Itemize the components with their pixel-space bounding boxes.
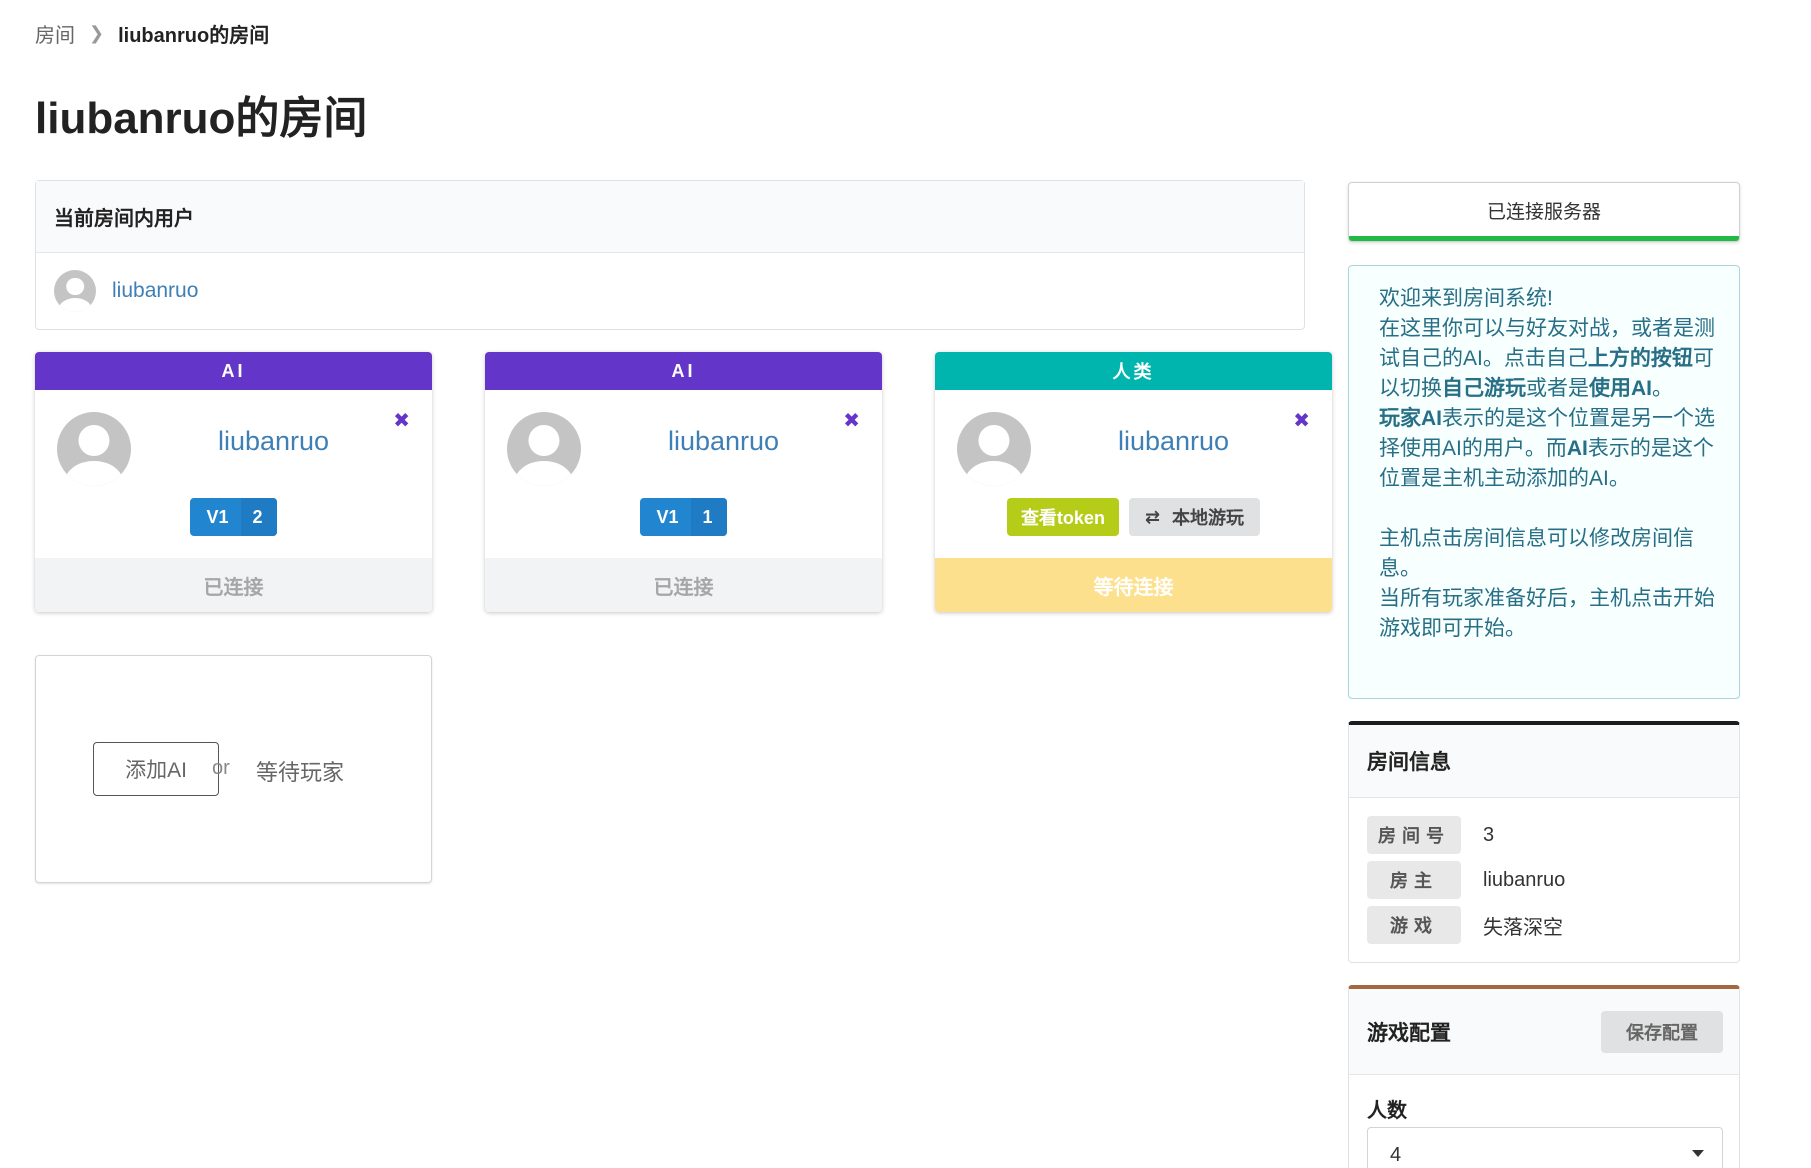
info-line-start: 当所有玩家准备好后，主机点击开始游戏即可开始。 (1379, 587, 1715, 640)
seat-card-2: AI liubanruo ✖ V1 1 已连接 (485, 352, 882, 612)
empty-seat-card: 添加AI or 等待玩家 (35, 655, 432, 883)
save-config-button[interactable]: 保存配置 (1601, 1011, 1723, 1053)
server-status-text: 已连接服务器 (1486, 201, 1601, 223)
or-label: or (212, 757, 230, 779)
ai-version-label[interactable]: V1 2 (190, 498, 277, 536)
room-host-row: 房主 liubanruo (1367, 861, 1565, 899)
room-user-name[interactable]: liubanruo (112, 279, 198, 303)
avatar (54, 270, 96, 312)
room-users-panel: 当前房间内用户 liubanruo (35, 180, 1305, 330)
swap-arrows-icon: ⇄ (1144, 506, 1161, 527)
remove-seat-close-icon[interactable]: ✖ (393, 408, 410, 433)
ai-version-number: 1 (690, 498, 727, 536)
breadcrumb-rooms-link[interactable]: 房间 (35, 19, 75, 48)
ai-version-number: 2 (240, 498, 277, 536)
remove-seat-close-icon[interactable]: ✖ (843, 408, 860, 433)
breadcrumb: 房间 ❯ liubanruo的房间 (35, 19, 270, 48)
room-host-value: liubanruo (1483, 868, 1566, 891)
room-number-value: 3 (1483, 823, 1495, 846)
room-user-item: liubanruo (36, 253, 1304, 329)
remove-seat-close-icon[interactable]: ✖ (1293, 408, 1310, 433)
seat-type-header[interactable]: 人类 (935, 352, 1332, 390)
seat-type-header[interactable]: AI (35, 352, 432, 390)
breadcrumb-current: liubanruo的房间 (118, 24, 270, 47)
info-line-host-edit: 主机点击房间信息可以修改房间信息。 (1379, 527, 1694, 580)
seat-status: 已连接 (35, 558, 432, 612)
server-status-button[interactable]: 已连接服务器 (1348, 182, 1740, 242)
seat-card-3: 人类 liubanruo ✖ 查看token ⇄ 本地游玩 等待连接 (935, 352, 1332, 612)
room-host-label: 房主 (1367, 861, 1461, 899)
room-game-value: 失落深空 (1483, 916, 1563, 939)
view-token-button[interactable]: 查看token (1006, 498, 1119, 536)
server-status-bar (1349, 236, 1739, 241)
local-play-button[interactable]: ⇄ 本地游玩 (1128, 498, 1261, 536)
players-count-label: 人数 (1367, 1100, 1407, 1122)
seat-player-name[interactable]: liubanruo (605, 426, 842, 457)
game-config-panel: 游戏配置 保存配置 人数 4 (1348, 985, 1740, 1168)
seat-player-name[interactable]: liubanruo (155, 426, 392, 457)
avatar (957, 412, 1031, 486)
seat-player-name[interactable]: liubanruo (1055, 426, 1292, 457)
chevron-right-icon: ❯ (89, 22, 105, 43)
room-game-row: 游戏 失落深空 (1367, 906, 1563, 944)
seat-status: 已连接 (485, 558, 882, 612)
players-count-value: 4 (1390, 1143, 1402, 1166)
ai-version: V1 (206, 506, 229, 527)
ai-version-label[interactable]: V1 1 (640, 498, 727, 536)
game-config-title: 游戏配置 (1367, 1021, 1451, 1045)
room-info-title[interactable]: 房间信息 (1349, 725, 1739, 798)
seat-type-header[interactable]: AI (485, 352, 882, 390)
room-number-row: 房间号 3 (1367, 816, 1494, 854)
players-count-select[interactable]: 4 (1367, 1127, 1723, 1168)
info-line-intro: 在这里你可以与好友对战，或者是测试自己的AI。点击自己上方的按钮可以切换自己游玩… (1379, 317, 1715, 400)
seat-card-1: AI liubanruo ✖ V1 2 已连接 (35, 352, 432, 612)
add-ai-button[interactable]: 添加AI (93, 742, 219, 796)
avatar (507, 412, 581, 486)
room-info-panel[interactable]: 房间信息 房间号 3 房主 liubanruo 游戏 失落深空 (1348, 721, 1740, 963)
waiting-player-label: 等待玩家 (256, 760, 345, 785)
info-line-ai: 玩家AI表示的是这个位置是另一个选择使用AI的用户。而AI表示的是这个位置是主机… (1379, 407, 1715, 490)
room-game-label: 游戏 (1367, 906, 1461, 944)
info-line-welcome: 欢迎来到房间系统! (1379, 287, 1553, 310)
local-play-label: 本地游玩 (1172, 508, 1245, 528)
room-number-label: 房间号 (1367, 816, 1461, 854)
page-title: liubanruo的房间 (35, 94, 368, 143)
avatar (57, 412, 131, 486)
info-message: 欢迎来到房间系统! 在这里你可以与好友对战，或者是测试自己的AI。点击自己上方的… (1348, 265, 1740, 699)
seat-status: 等待连接 (935, 558, 1332, 612)
ai-version: V1 (656, 506, 679, 527)
room-users-title: 当前房间内用户 (36, 181, 1304, 253)
dropdown-caret-icon (1692, 1150, 1704, 1157)
